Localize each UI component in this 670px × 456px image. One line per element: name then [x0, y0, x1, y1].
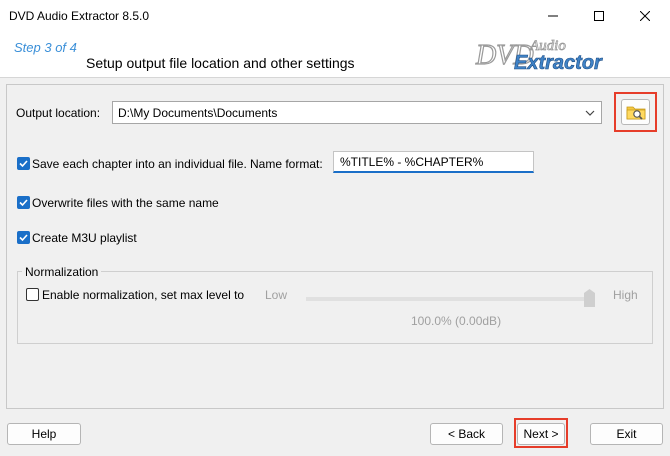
back-button[interactable]: < Back: [430, 423, 503, 445]
checkmark-icon: [19, 160, 28, 168]
close-button[interactable]: [622, 0, 668, 32]
app-logo: DVD Audio Extractor: [474, 38, 603, 75]
maximize-icon: [594, 11, 604, 21]
back-button-label: < Back: [447, 427, 486, 441]
slider-high-label: High: [613, 288, 638, 302]
step-indicator: Step 3 of 4: [14, 40, 77, 55]
output-location-combobox[interactable]: D:\My Documents\Documents: [112, 101, 602, 124]
next-button[interactable]: Next >: [517, 423, 565, 445]
normalization-slider-track[interactable]: [306, 297, 595, 301]
page-subtitle: Setup output file location and other set…: [86, 55, 355, 71]
next-button-label: Next >: [523, 427, 559, 441]
m3u-playlist-checkbox[interactable]: [17, 231, 30, 244]
wizard-header: Step 3 of 4 Setup output file location a…: [0, 32, 670, 78]
name-format-label: Name format:: [250, 157, 323, 171]
folder-search-icon: [626, 106, 645, 120]
slider-low-label: Low: [265, 288, 288, 302]
settings-panel: [6, 84, 664, 409]
checkmark-icon: [19, 234, 28, 242]
normalization-enable-label: Enable normalization, set max level to: [42, 288, 245, 302]
exit-button-label: Exit: [616, 427, 637, 441]
browse-highlight: [614, 92, 657, 132]
maximize-button[interactable]: [576, 0, 622, 32]
exit-button[interactable]: Exit: [590, 423, 663, 445]
name-format-value: %TITLE% - %CHAPTER%: [340, 155, 484, 169]
normalization-group: [17, 271, 653, 344]
help-button[interactable]: Help: [7, 423, 81, 445]
save-chapter-label: Save each chapter into an individual fil…: [32, 157, 247, 171]
logo-extractor-text: Extractor: [514, 52, 603, 74]
overwrite-checkbox[interactable]: [17, 196, 30, 209]
close-icon: [640, 11, 650, 21]
checkmark-icon: [19, 199, 28, 207]
minimize-button[interactable]: [530, 0, 576, 32]
title-bar: DVD Audio Extractor 8.5.0: [0, 0, 670, 32]
m3u-playlist-label: Create M3U playlist: [32, 231, 137, 245]
normalization-group-label: Normalization: [22, 265, 102, 279]
minimize-icon: [548, 15, 558, 17]
browse-folder-button[interactable]: [621, 99, 650, 125]
output-location-label: Output location:: [16, 106, 101, 120]
name-format-input[interactable]: %TITLE% - %CHAPTER%: [333, 151, 534, 173]
chevron-down-icon[interactable]: [583, 106, 597, 120]
normalization-level-readout: 100.0% (0.00dB): [411, 314, 502, 328]
save-chapter-checkbox[interactable]: [17, 157, 30, 170]
window-title: DVD Audio Extractor 8.5.0: [9, 9, 150, 23]
help-button-label: Help: [31, 427, 57, 441]
overwrite-label: Overwrite files with the same name: [32, 196, 219, 210]
normalization-checkbox[interactable]: [26, 288, 39, 301]
output-location-value: D:\My Documents\Documents: [118, 106, 278, 120]
